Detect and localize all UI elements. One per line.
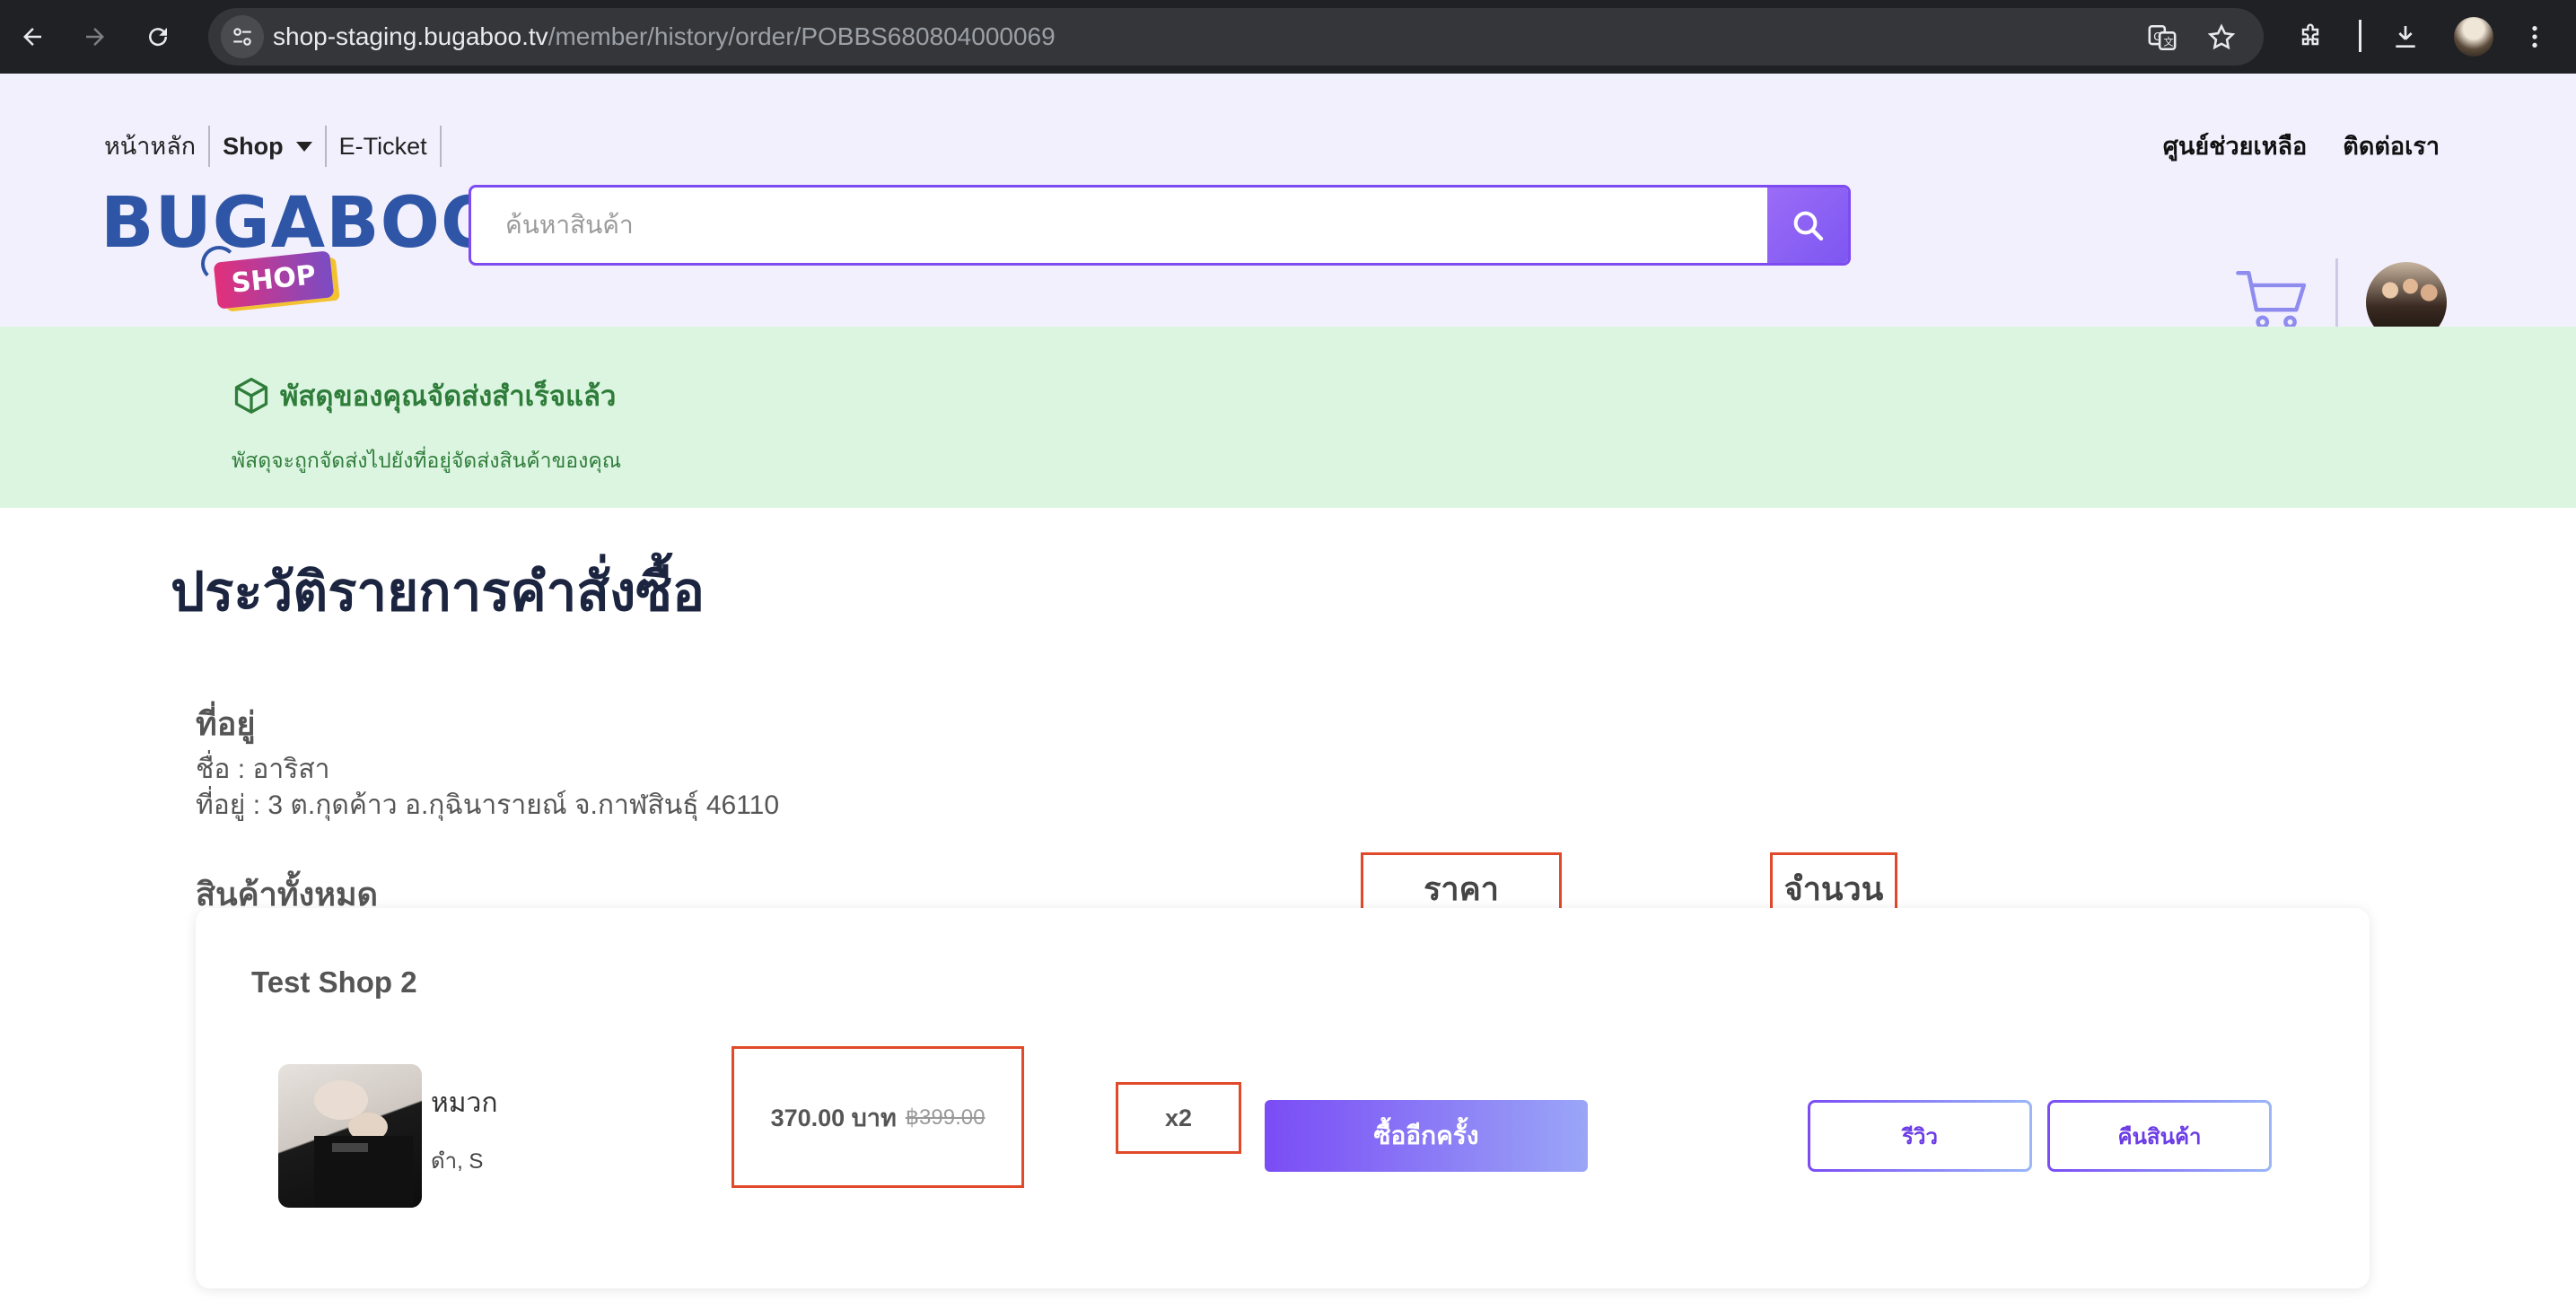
bugaboo-shop-logo[interactable]: BUGABOO SHOP xyxy=(101,183,500,310)
downloads-button[interactable] xyxy=(2384,15,2427,58)
quantity-cell: x2 xyxy=(1116,1082,1241,1154)
url-text: shop-staging.bugaboo.tv/member/history/o… xyxy=(273,8,1056,65)
site-header: หน้าหลัก Shop E-Ticket ศูนย์ช่วยเหลือ ติ… xyxy=(0,74,2576,343)
extensions-button[interactable] xyxy=(2289,15,2332,58)
delivery-status-banner: พัสดุของคุณจัดส่งสำเร็จแล้ว พัสดุจะถูกจั… xyxy=(0,327,2576,508)
browser-toolbar: shop-staging.bugaboo.tv/member/history/o… xyxy=(0,0,2576,74)
contact-us-link[interactable]: ติดต่อเรา xyxy=(2343,126,2440,167)
page-title: ประวัติรายการคำสั่งซื้อ xyxy=(171,562,705,622)
banner-title-row: พัสดุของคุณจัดส่งสำเร็จแล้ว xyxy=(232,373,616,418)
translate-icon[interactable]: G 文 xyxy=(2147,22,2177,53)
search-icon xyxy=(1793,211,1824,241)
price-cell: 370.00 บาท ฿399.00 xyxy=(732,1046,1024,1188)
product-photo xyxy=(314,1080,413,1208)
nav-shop-dropdown[interactable]: Shop xyxy=(210,126,327,167)
nav-eticket-link[interactable]: E-Ticket xyxy=(327,126,442,167)
product-price: 370.00 บาท xyxy=(770,1104,897,1131)
tune-icon xyxy=(233,28,251,46)
address-detail: ที่อยู่ : 3 ต.กุดค้าว อ.กุฉินารายณ์ จ.กา… xyxy=(196,790,780,820)
header-links: ศูนย์ช่วยเหลือ ติดต่อเรา xyxy=(2163,126,2440,167)
banner-subtitle: พัสดุจะถูกจัดส่งไปยังที่อยู่จัดส่งสินค้า… xyxy=(232,449,622,472)
review-button[interactable]: รีวิว xyxy=(1808,1100,2032,1172)
toolbar-separator xyxy=(2359,20,2361,52)
address-bar[interactable]: shop-staging.bugaboo.tv/member/history/o… xyxy=(208,8,2264,65)
url-path: /member/history/order/POBBS680804000069 xyxy=(548,22,1056,50)
nav-home-link[interactable]: หน้าหลัก xyxy=(104,126,211,167)
search-input[interactable] xyxy=(471,188,1771,263)
forward-button[interactable] xyxy=(74,15,117,58)
product-original-price: ฿399.00 xyxy=(905,1105,986,1130)
return-item-button[interactable]: คืนสินค้า xyxy=(2047,1100,2272,1172)
banner-title: พัสดุของคุณจัดส่งสำเร็จแล้ว xyxy=(280,380,617,412)
product-name[interactable]: หมวก xyxy=(431,1082,498,1124)
arrow-right-icon xyxy=(86,28,104,46)
buy-again-button[interactable]: ซื้ออีกครั้ง xyxy=(1265,1100,1588,1172)
shop-order-card: Test Shop 2 หมวก ดำ, S xyxy=(196,908,2370,1288)
package-box-icon xyxy=(234,378,268,414)
puzzle-icon xyxy=(2301,23,2319,46)
search-bar xyxy=(469,185,1851,266)
nav-shop-label: Shop xyxy=(223,133,284,160)
logo-wordmark: BUGABOO xyxy=(101,183,502,264)
reload-button[interactable] xyxy=(136,15,180,58)
svg-text:文: 文 xyxy=(2163,36,2173,48)
site-info-button[interactable] xyxy=(221,15,264,58)
download-icon xyxy=(2396,26,2415,48)
browser-menu-button[interactable] xyxy=(2513,15,2556,58)
shop-name: Test Shop 2 xyxy=(251,965,417,999)
bookmark-star-icon[interactable] xyxy=(2206,22,2237,53)
top-nav: หน้าหลัก Shop E-Ticket xyxy=(104,126,442,167)
search-button[interactable] xyxy=(1767,188,1848,263)
back-button[interactable] xyxy=(11,15,54,58)
address-heading: ที่อยู่ xyxy=(196,705,256,742)
product-variant: ดำ, S xyxy=(431,1149,484,1174)
arrow-left-icon xyxy=(23,28,41,46)
help-center-link[interactable]: ศูนย์ช่วยเหลือ xyxy=(2163,126,2308,167)
url-host: shop-staging.bugaboo.tv xyxy=(273,22,548,50)
more-vertical-icon xyxy=(2532,26,2537,48)
caret-down-icon xyxy=(295,141,312,152)
browser-profile-avatar[interactable] xyxy=(2454,17,2493,57)
product-image[interactable] xyxy=(278,1064,422,1208)
reload-icon xyxy=(149,28,168,47)
